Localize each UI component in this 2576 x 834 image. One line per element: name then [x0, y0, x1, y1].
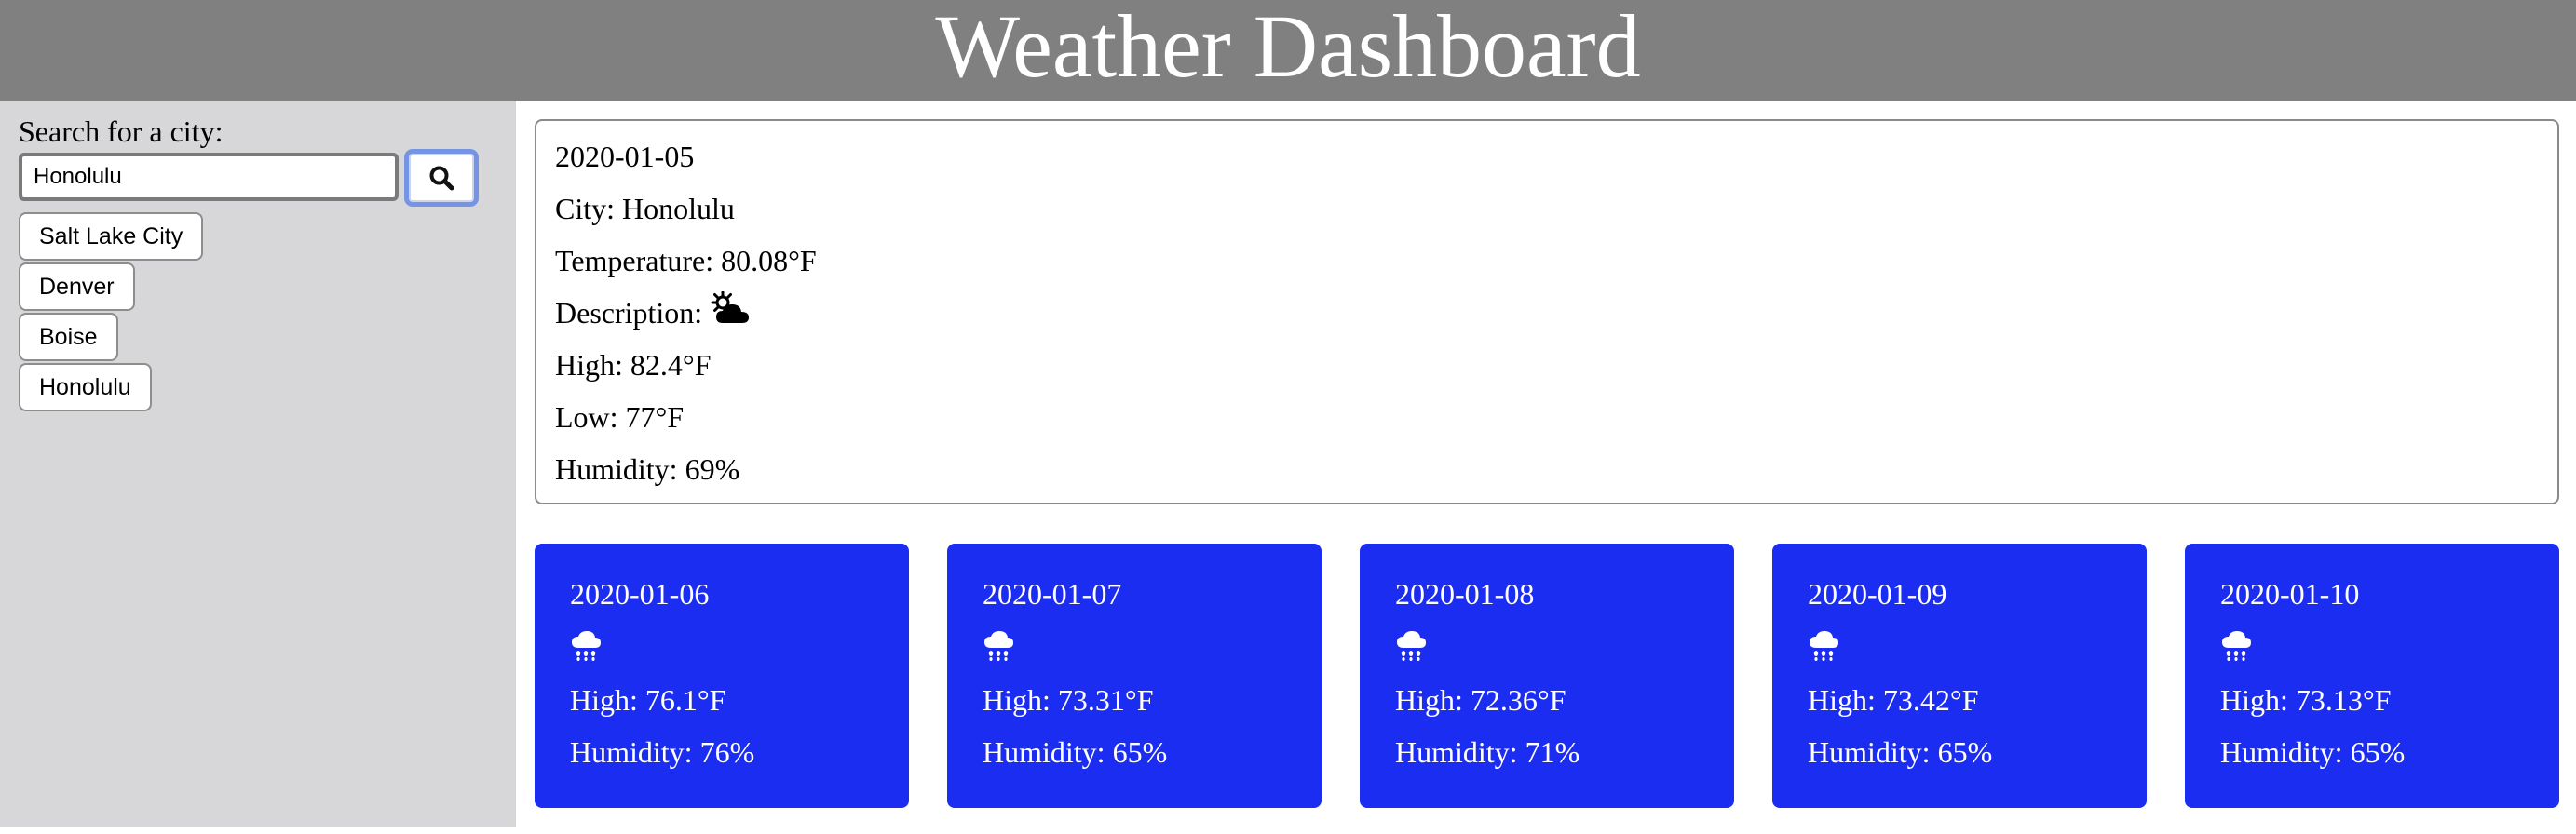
- forecast-date: 2020-01-09: [1808, 577, 1947, 611]
- forecast-high: High: 76.1°F: [570, 683, 726, 717]
- forecast-card: 2020-01-06 High: 76.1°F Humidity: 76%: [535, 544, 909, 808]
- forecast-date: 2020-01-06: [570, 577, 710, 611]
- app-header: Weather Dashboard: [0, 0, 2576, 101]
- rain-cloud-icon: [1808, 629, 1839, 666]
- rain-cloud-icon: [2220, 629, 2252, 666]
- current-weather-card: 2020-01-05 City: Honolulu Temperature: 8…: [535, 119, 2559, 504]
- current-low: Low: 77°F: [555, 400, 685, 434]
- current-high: High: 82.4°F: [555, 348, 712, 382]
- forecast-card: 2020-01-10 High: 73.13°F Humidity: 65%: [2185, 544, 2559, 808]
- search-label: Search for a city:: [19, 114, 224, 148]
- current-city: City: Honolulu: [555, 192, 735, 225]
- search-button[interactable]: [404, 149, 479, 207]
- page-title: Weather Dashboard: [935, 0, 1641, 96]
- forecast-humidity: Humidity: 76%: [570, 735, 755, 769]
- city-button-denver[interactable]: Denver: [19, 262, 135, 311]
- forecast-card: 2020-01-07 High: 73.31°F Humidity: 65%: [947, 544, 1322, 808]
- forecast-card: 2020-01-08 High: 72.36°F Humidity: 71%: [1360, 544, 1734, 808]
- forecast-high: High: 73.31°F: [983, 683, 1154, 717]
- forecast-humidity: Humidity: 65%: [983, 735, 1168, 769]
- forecast-humidity: Humidity: 65%: [1808, 735, 1993, 769]
- current-date: 2020-01-05: [555, 140, 695, 173]
- sun-behind-cloud-icon: [710, 290, 751, 333]
- sidebar: Search for a city: Salt Lake City Denver…: [0, 101, 516, 827]
- forecast-humidity: Humidity: 65%: [2220, 735, 2406, 769]
- forecast-card: 2020-01-09 High: 73.42°F Humidity: 65%: [1772, 544, 2147, 808]
- city-button-honolulu[interactable]: Honolulu: [19, 363, 152, 411]
- current-temperature: Temperature: 80.08°F: [555, 244, 817, 277]
- rain-cloud-icon: [983, 629, 1014, 666]
- search-icon: [429, 166, 454, 191]
- rain-cloud-icon: [570, 629, 602, 666]
- search-input[interactable]: [19, 153, 399, 201]
- current-description: Description:: [555, 290, 751, 337]
- forecast-date: 2020-01-08: [1395, 577, 1535, 611]
- city-button-boise[interactable]: Boise: [19, 313, 118, 361]
- forecast-date: 2020-01-07: [983, 577, 1122, 611]
- city-button-salt-lake-city[interactable]: Salt Lake City: [19, 212, 204, 261]
- forecast-date: 2020-01-10: [2220, 577, 2360, 611]
- rain-cloud-icon: [1395, 629, 1427, 666]
- forecast-high: High: 73.42°F: [1808, 683, 1979, 717]
- current-humidity: Humidity: 69%: [555, 452, 740, 486]
- forecast-high: High: 72.36°F: [1395, 683, 1566, 717]
- forecast-humidity: Humidity: 71%: [1395, 735, 1580, 769]
- forecast-high: High: 73.13°F: [2220, 683, 2392, 717]
- description-label: Description:: [555, 296, 703, 330]
